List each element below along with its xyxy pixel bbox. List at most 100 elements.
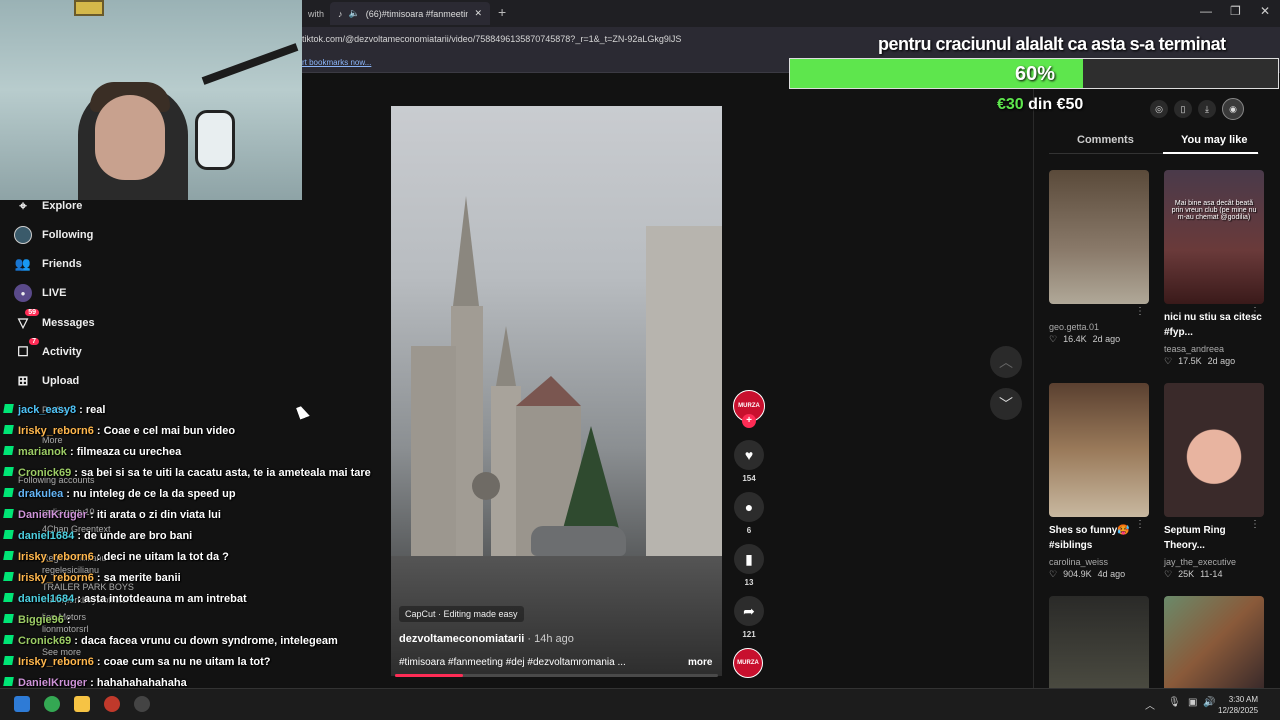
save-count: 13	[744, 578, 754, 587]
share-button[interactable]: ➦ 121	[733, 596, 765, 639]
video-author-name[interactable]: dezvoltameconomiatarii	[399, 633, 524, 645]
compass-icon[interactable]: ◎	[1150, 100, 1168, 118]
tab-you-may-like[interactable]: You may like	[1181, 134, 1247, 146]
follow-button[interactable]: +	[742, 414, 756, 428]
tab-comments[interactable]: Comments	[1077, 134, 1134, 146]
sidebar-item-friends[interactable]: 👥 Friends	[14, 253, 82, 275]
video-caption[interactable]: #timisoara #fanmeeting #dej #dezvoltamro…	[399, 657, 626, 668]
tab-active[interactable]: ♪ 🔈 (66)#timisoara #fanmeeting # ✕	[330, 2, 490, 25]
chat-text: : iti arata o zi din viata lui	[87, 509, 221, 521]
video-card[interactable]	[1049, 596, 1149, 688]
obs-icon[interactable]	[134, 696, 150, 712]
card-username[interactable]: jay_the_executive	[1164, 557, 1264, 567]
chat-message: daniel1684 : de unde are bro bani	[3, 530, 192, 542]
more-options-icon[interactable]: ⋮	[1250, 519, 1260, 530]
video-card[interactable]: Mai bine asa decât beată prin vreun club…	[1164, 170, 1264, 367]
card-title[interactable]: nici nu stiu sa citesc #fyp...	[1164, 310, 1264, 340]
card-title[interactable]: Septum Ring Theory...	[1164, 523, 1264, 553]
sidebar-item-messages[interactable]: ▽ 59 Messages	[14, 309, 95, 334]
video-author[interactable]: dezvoltameconomiatarii · 14h ago	[399, 633, 574, 645]
card-likes: 904.9K	[1063, 569, 1092, 579]
chat-badge-icon	[3, 677, 14, 686]
sidebar-item-live[interactable]: ● LIVE	[14, 282, 66, 304]
like-button[interactable]: ♥ 154	[733, 440, 765, 483]
sound-avatar[interactable]: MURZA	[733, 648, 765, 678]
chat-message: marianok : filmeaza cu urechea	[3, 446, 181, 458]
maximize-icon[interactable]: ❐	[1230, 4, 1241, 18]
caption-more-button[interactable]: more	[688, 657, 712, 668]
goal-amount: €30 din €50	[997, 96, 1083, 114]
windows-start-icon[interactable]	[14, 696, 30, 712]
video-thumbnail[interactable]	[1049, 596, 1149, 688]
minimize-icon[interactable]: —	[1200, 4, 1212, 18]
video-card[interactable]: Septum Ring Theory... jay_the_executive …	[1164, 383, 1264, 580]
system-clock[interactable]: 3:30 AM 12/28/2025	[1218, 694, 1258, 716]
capcut-label[interactable]: CapCut · Editing made easy	[399, 606, 524, 622]
chat-text: : Coae e cel mai bun video	[93, 425, 236, 437]
chat-badge-icon	[3, 425, 14, 434]
card-title[interactable]: Shes so funny🥵 #siblings	[1049, 523, 1149, 553]
video-thumbnail[interactable]	[1164, 596, 1264, 688]
video-thumbnail[interactable]	[1049, 170, 1149, 304]
clock-date: 12/28/2025	[1218, 706, 1259, 715]
sidebar-item-label: Friends	[42, 258, 82, 270]
close-tab-icon[interactable]: ✕	[474, 8, 482, 19]
video-progress-bar[interactable]	[395, 674, 718, 677]
card-meta: ♡ 904.9K 4d ago	[1049, 569, 1149, 580]
sidebar-item-upload[interactable]: ⊞ Upload	[14, 370, 80, 392]
profile-avatar[interactable]: ◉	[1222, 98, 1244, 120]
chevron-up-icon: ︿	[999, 354, 1013, 370]
chrome-icon[interactable]	[44, 696, 60, 712]
tab-previous[interactable]: with	[300, 2, 330, 25]
video-card[interactable]: geo.getta.01 ♡ 16.4K 2d ago ⋮	[1049, 170, 1149, 345]
microphone-image	[195, 110, 235, 170]
card-likes: 25K	[1178, 569, 1195, 579]
sidebar-item-following[interactable]: Following	[14, 224, 93, 246]
video-card[interactable]: Shes so funny🥵 #siblings carolina_weiss …	[1049, 383, 1149, 580]
video-thumbnail[interactable]	[1049, 383, 1149, 517]
sidebar-item-activity[interactable]: ☐ 7 Activity	[14, 338, 82, 363]
sidebar-item-label: Following	[42, 229, 94, 241]
heart-icon: ♡	[1049, 334, 1058, 344]
app-icon[interactable]	[104, 696, 120, 712]
import-bookmarks-link[interactable]: rt bookmarks now...	[302, 58, 371, 67]
video-thumbnail[interactable]: Mai bine asa decât beată prin vreun club…	[1164, 170, 1264, 304]
video-thumbnail[interactable]	[1164, 383, 1264, 517]
chat-text: : daca facea vrunu cu down syndrome, int…	[71, 635, 338, 647]
comment-button[interactable]: ● 6	[733, 492, 765, 535]
sidebar-item-label: Upload	[42, 375, 80, 387]
chevron-up-icon[interactable]: ︿	[1145, 697, 1155, 712]
video-age: · 14h ago	[524, 633, 574, 645]
share-icon: ➦	[734, 596, 764, 626]
card-meta: ♡ 17.5K 2d ago	[1164, 356, 1264, 367]
card-username[interactable]: carolina_weiss	[1049, 557, 1149, 567]
chat-username: Biggie96	[18, 614, 64, 626]
more-options-icon[interactable]: ⋮	[1250, 306, 1260, 317]
chat-username: Irisky_reborn6	[18, 656, 94, 668]
microphone-icon[interactable]: 🎙	[1168, 697, 1181, 708]
more-options-icon[interactable]: ⋮	[1135, 519, 1145, 530]
next-video-button[interactable]: ﹀	[990, 388, 1022, 420]
more-options-icon[interactable]: ⋮	[1135, 306, 1145, 317]
volume-icon[interactable]: 🔊	[1203, 697, 1215, 708]
network-icon[interactable]: ▣	[1188, 697, 1197, 708]
card-username[interactable]: geo.getta.01	[1049, 322, 1149, 332]
download-icon[interactable]: ⤓	[1198, 100, 1216, 118]
save-button[interactable]: ▮ 13	[733, 544, 765, 587]
chat-message: drakulea : nu inteleg de ce la da speed …	[3, 488, 236, 500]
card-username[interactable]: teasa_andreea	[1164, 344, 1264, 354]
video-card[interactable]	[1164, 596, 1264, 688]
video-player[interactable]: CapCut · Editing made easy dezvoltamecon…	[391, 106, 722, 676]
chat-badge-icon	[3, 488, 14, 497]
chat-message: DanielKruger : iti arata o zi din viata …	[3, 509, 221, 521]
previous-video-button[interactable]: ︿	[990, 346, 1022, 378]
phone-icon[interactable]: ▯	[1174, 100, 1192, 118]
heart-icon: ♡	[1049, 569, 1058, 579]
thumbnail-overlay-text: Mai bine asa decât beată prin vreun club…	[1171, 200, 1257, 221]
tab-previous-label: with	[308, 8, 325, 19]
file-explorer-icon[interactable]	[74, 696, 90, 712]
close-window-icon[interactable]: ✕	[1260, 4, 1270, 18]
new-tab-button[interactable]: +	[498, 4, 506, 20]
address-field[interactable]: tiktok.com/@dezvoltameconomiatarii/video…	[302, 34, 681, 44]
chat-text: : sa merite banii	[93, 572, 181, 584]
